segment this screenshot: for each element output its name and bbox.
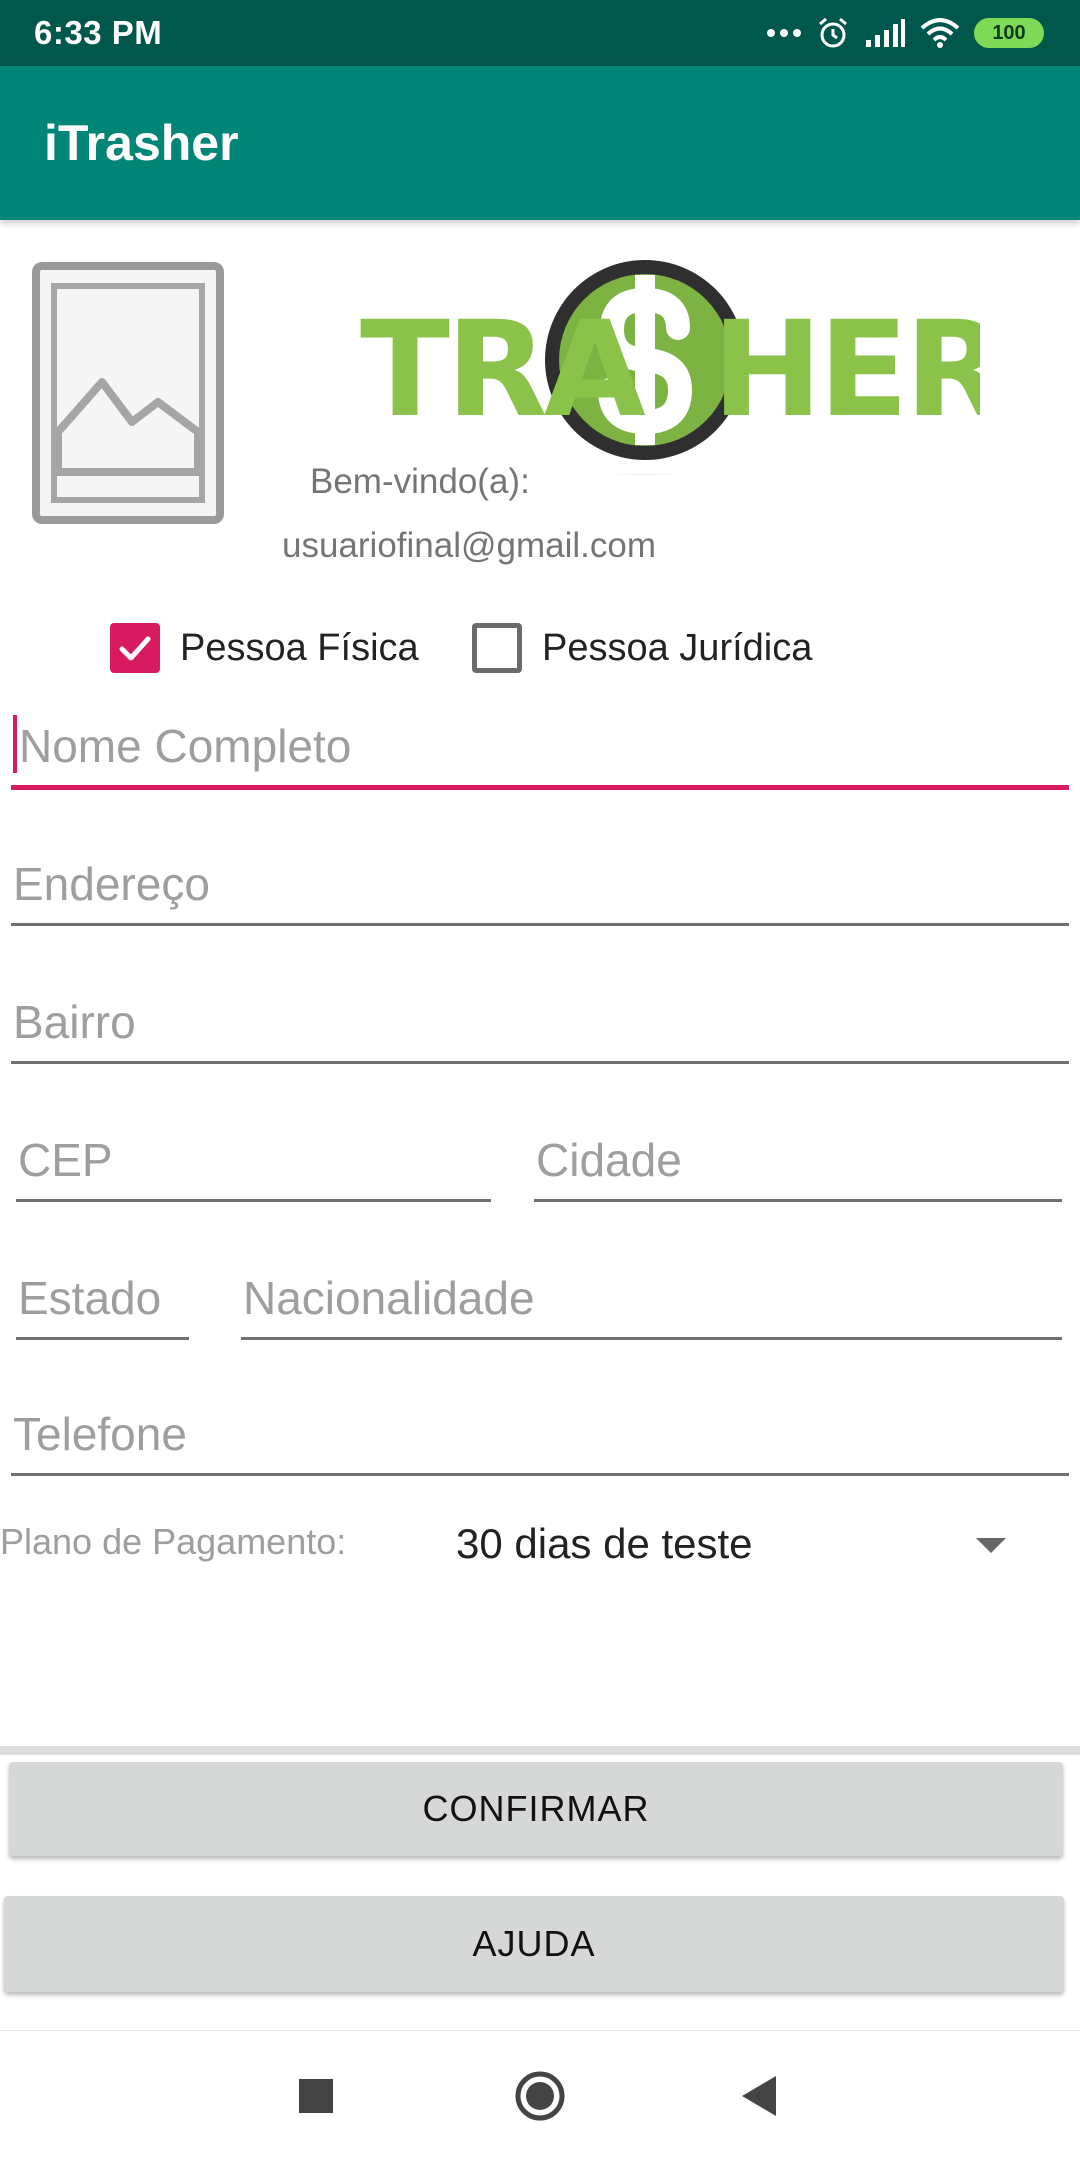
back-button[interactable] [714,2051,804,2141]
cidade-placeholder: Cidade [536,1134,682,1186]
cep-input[interactable]: CEP [16,1122,491,1202]
user-email: usuariofinal@gmail.com [282,526,657,565]
estado-input[interactable]: Estado [16,1260,189,1340]
telefone-placeholder: Telefone [13,1408,187,1460]
bairro-placeholder: Bairro [13,996,136,1048]
nacionalidade-placeholder: Nacionalidade [243,1272,535,1324]
telefone-input[interactable]: Telefone [11,1396,1069,1476]
trasher-logo: TRA HER [360,260,980,475]
estado-placeholder: Estado [18,1272,162,1324]
text-caret [13,715,17,773]
dropdown-arrow-icon[interactable] [976,1538,1006,1553]
recents-button[interactable] [271,2051,361,2141]
navigation-bar [0,2030,1080,2160]
checkbox-pessoa-fisica[interactable]: Pessoa Física [110,620,419,676]
back-triangle-icon [742,2076,776,2116]
help-button[interactable]: AJUDA [4,1896,1064,1992]
battery-icon: 100 [974,18,1044,48]
nome-completo-placeholder: Nome Completo [19,720,352,772]
endereco-input[interactable]: Endereço [11,846,1069,926]
cep-placeholder: CEP [18,1134,113,1186]
confirm-button[interactable]: CONFIRMAR [9,1762,1063,1856]
welcome-label: Bem-vindo(a): [310,462,530,501]
checkbox-pessoa-juridica[interactable]: Pessoa Jurídica [472,620,812,676]
divider [0,1746,1080,1755]
status-bar: 6:33 PM 100 [0,0,1080,66]
nacionalidade-input[interactable]: Nacionalidade [241,1260,1062,1340]
checkbox-checked-icon[interactable] [110,623,160,673]
app-bar: iTrasher [0,66,1080,220]
wifi-icon [920,18,960,48]
bairro-input[interactable]: Bairro [11,984,1069,1064]
cidade-input[interactable]: Cidade [534,1122,1062,1202]
status-icons: 100 [766,12,1044,54]
pessoa-juridica-label: Pessoa Jurídica [542,626,813,669]
pessoa-fisica-label: Pessoa Física [180,626,419,669]
nome-completo-input[interactable]: Nome Completo [11,710,1069,790]
image-placeholder-icon[interactable] [32,262,224,524]
battery-level: 100 [992,21,1026,44]
svg-text:TRA: TRA [360,293,646,447]
circle-icon [515,2071,565,2121]
more-dots-icon [767,29,801,37]
svg-text:HER: HER [712,293,980,447]
plano-pagamento-spinner[interactable]: 30 dias de teste [456,1520,753,1568]
square-icon [299,2079,333,2113]
app-title: iTrasher [44,115,239,171]
plano-pagamento-label: Plano de Pagamento: [0,1521,347,1562]
home-button[interactable] [495,2051,585,2141]
checkbox-unchecked-icon[interactable] [472,623,522,673]
signal-icon [866,19,905,47]
endereco-placeholder: Endereço [13,858,210,910]
status-time: 6:33 PM [34,14,163,51]
alarm-icon [819,17,847,48]
